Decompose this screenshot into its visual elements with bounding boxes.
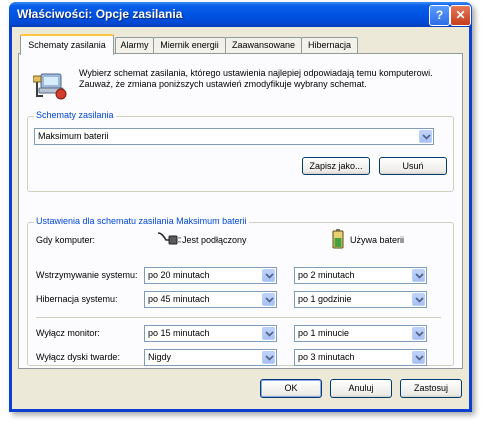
chevron-down-icon[interactable] [262, 293, 275, 306]
standby-plugged-value: po 20 minutach [148, 270, 210, 280]
hibernate-battery-value: po 1 godzinie [298, 294, 352, 304]
monitor-plugged-value: po 15 minutach [148, 328, 210, 338]
monitor-battery-value: po 1 minucie [298, 328, 350, 338]
apply-button[interactable]: Zastosuj [400, 379, 462, 398]
standby-battery-select[interactable]: po 2 minutach [294, 267, 427, 284]
close-icon: ✕ [455, 8, 466, 22]
on-battery-label: Używa baterii [350, 235, 405, 245]
chevron-down-icon[interactable] [419, 130, 432, 143]
intro-line-1: Wybierz schemat zasilania, którego ustaw… [79, 68, 433, 78]
power-schemes-group: Schematy zasilania Maksimum baterii Zapi… [27, 110, 454, 192]
hard-disks-battery-value: po 3 minutach [298, 352, 355, 362]
standby-plugged-select[interactable]: po 20 minutach [144, 267, 277, 284]
close-button[interactable]: ✕ [450, 5, 471, 26]
cancel-button[interactable]: Anuluj [330, 379, 392, 398]
tab-power-schemes[interactable]: Schematy zasilania [20, 34, 114, 55]
chevron-down-icon[interactable] [262, 351, 275, 364]
delete-button[interactable]: Usuń [379, 157, 447, 175]
settings-divider [36, 317, 441, 318]
intro-line-2: Zauważ, że zmiana poniższych ustawień zm… [79, 79, 367, 89]
hard-disks-plugged-value: Nigdy [148, 352, 172, 362]
tab-advanced[interactable]: Zaawansowane [225, 37, 302, 53]
monitor-label: Wyłącz monitor: [36, 328, 100, 338]
chevron-down-icon[interactable] [412, 351, 425, 364]
plugged-in-label: Jest podłączony [182, 235, 247, 245]
save-as-button[interactable]: Zapisz jako... [302, 157, 370, 175]
monitor-plugged-select[interactable]: po 15 minutach [144, 325, 277, 342]
scheme-settings-group-label: Ustawienia dla schematu zasilania Maksim… [34, 216, 249, 226]
title-bar[interactable]: Właściwości: Opcje zasilania ? ✕ [9, 2, 472, 27]
tab-hibernate[interactable]: Hibernacja [301, 37, 358, 53]
tab-power-meter[interactable]: Miernik energii [153, 37, 226, 53]
ok-button[interactable]: OK [260, 379, 322, 398]
power-schemes-group-label: Schematy zasilania [34, 110, 116, 120]
chevron-down-icon[interactable] [262, 327, 275, 340]
help-icon: ? [435, 8, 444, 22]
hibernate-plugged-value: po 45 minutach [148, 294, 210, 304]
hibernate-label: Hibernacja systemu: [36, 294, 118, 304]
hard-disks-plugged-select[interactable]: Nigdy [144, 349, 277, 366]
hibernate-battery-select[interactable]: po 1 godzinie [294, 291, 427, 308]
dialog-client-area: Schematy zasilania Alarmy Miernik energi… [12, 27, 469, 409]
standby-label: Wstrzymywanie systemu: [36, 270, 138, 280]
intro-text: Wybierz schemat zasilania, którego ustaw… [79, 68, 459, 90]
standby-battery-value: po 2 minutach [298, 270, 355, 280]
hibernate-plugged-select[interactable]: po 45 minutach [144, 291, 277, 308]
hard-disks-label: Wyłącz dyski twarde: [36, 352, 120, 362]
chevron-down-icon[interactable] [262, 269, 275, 282]
scheme-settings-group: Ustawienia dla schematu zasilania Maksim… [27, 216, 454, 366]
chevron-down-icon[interactable] [412, 269, 425, 282]
plug-icon [156, 229, 182, 249]
chevron-down-icon[interactable] [412, 327, 425, 340]
hard-disks-battery-select[interactable]: po 3 minutach [294, 349, 427, 366]
help-button[interactable]: ? [429, 5, 450, 26]
monitor-battery-select[interactable]: po 1 minucie [294, 325, 427, 342]
tab-panel-power-schemes: Wybierz schemat zasilania, którego ustaw… [18, 53, 463, 369]
tab-alarms[interactable]: Alarmy [115, 37, 154, 53]
power-scheme-select[interactable]: Maksimum baterii [34, 128, 434, 145]
battery-icon [332, 229, 344, 249]
power-options-icon [32, 68, 69, 102]
power-scheme-value: Maksimum baterii [38, 131, 109, 141]
power-options-dialog: Właściwości: Opcje zasilania ? ✕ Schemat… [9, 2, 472, 412]
window-title: Właściwości: Opcje zasilania [17, 7, 183, 21]
when-computer-label: Gdy komputer: [36, 235, 96, 245]
chevron-down-icon[interactable] [412, 293, 425, 306]
